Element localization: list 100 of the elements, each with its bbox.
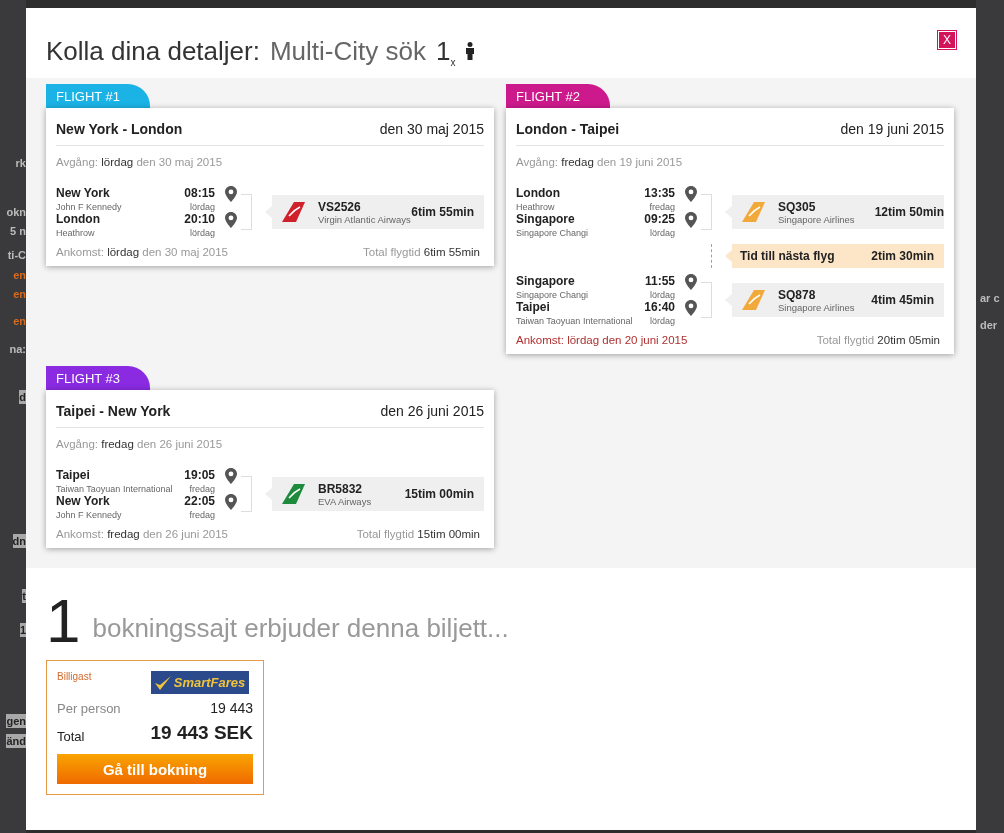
offers-heading: bokningssajt erbjuder denna biljett... (92, 613, 509, 644)
total-label: Total (57, 729, 86, 744)
airport-name: Singapore Changi (516, 290, 590, 300)
city-name: New York (56, 494, 111, 508)
day-text: fredag (189, 510, 215, 520)
city-name: London (56, 212, 101, 226)
duration-text: 6tim 55min (411, 205, 475, 219)
background-text: t (22, 589, 26, 603)
day-text: lördag (189, 228, 215, 238)
time-text: 08:15 (184, 186, 215, 200)
time-text: 19:05 (184, 468, 215, 482)
map-pin-icon (225, 186, 237, 202)
day-text: lördag (649, 290, 675, 300)
background-text: der (980, 318, 998, 332)
bracket-line (701, 194, 712, 230)
airport-name: Singapore Changi (516, 228, 590, 238)
bracket-line (241, 476, 252, 512)
search-type: Multi-City sök (269, 36, 426, 67)
airline-name: EVA Airways (318, 495, 373, 507)
time-text: 22:05 (184, 494, 215, 508)
airport-name: Heathrow (516, 202, 556, 212)
total-time-text: Total flygtid 15tim 00min (356, 528, 481, 540)
departure-text: Avgång: fredag den 19 juni 2015 (516, 155, 684, 170)
offer-count: 1 (46, 590, 81, 652)
airport-name: Taiwan Taoyuan International (516, 316, 634, 326)
airport-name: Heathrow (56, 228, 96, 238)
person-icon (465, 42, 476, 60)
airline-name: Singapore Airlines (778, 213, 856, 225)
time-text: 16:40 (644, 300, 675, 314)
route-title: New York - London (56, 121, 183, 137)
time-text: 20:10 (184, 212, 215, 226)
duration-text: 4tim 45min (871, 293, 935, 307)
total-price: 19 443 SEK (150, 722, 253, 744)
background-text: 1 (19, 623, 26, 637)
map-pin-icon (225, 468, 237, 484)
map-pin-icon (685, 186, 697, 202)
layover-label: Tid till nästa flyg (740, 249, 836, 263)
background-text: okn (6, 205, 26, 219)
map-pin-icon (225, 212, 237, 228)
airport-name: Taiwan Taoyuan International (56, 484, 174, 494)
background-text: en (13, 268, 26, 282)
arrival-text: Ankomst: lördag den 20 juni 2015 (516, 334, 688, 346)
close-button[interactable]: X (938, 31, 956, 49)
duration-text: 15tim 00min (404, 487, 475, 501)
day-text: lördag (189, 202, 215, 212)
per-person-label: Per person (57, 701, 122, 716)
airline-name: Singapore Airlines (778, 301, 856, 313)
background-text: ar c (980, 291, 1000, 305)
departure-text: Avgång: fredag den 26 juni 2015 (56, 437, 224, 452)
flight-code: SQ305 (778, 199, 817, 214)
duration-text: 2tim 30min (871, 249, 935, 263)
flight-date: den 26 juni 2015 (380, 403, 484, 419)
background-text: en (13, 314, 26, 328)
day-text: fredag (649, 202, 675, 212)
city-name: Singapore (516, 274, 576, 288)
flight-date: den 30 maj 2015 (379, 121, 484, 137)
map-pin-icon (685, 274, 697, 290)
route-title: London - Taipei (516, 121, 620, 137)
total-time-text: Total flygtid 20tim 05min (816, 334, 941, 346)
city-name: London (516, 186, 561, 200)
map-pin-icon (685, 212, 697, 228)
background-text: änd (6, 734, 26, 748)
bracket-line (701, 282, 712, 318)
background-text: 5 n (10, 224, 26, 238)
airline-name: Virgin Atlantic Airways (318, 213, 411, 225)
time-text: 11:55 (644, 274, 675, 288)
flight-code: SQ878 (778, 287, 817, 302)
city-name: New York (56, 186, 111, 200)
departure-text: Avgång: lördag den 30 maj 2015 (56, 155, 224, 170)
background-text: en (13, 287, 26, 301)
flight-code: BR5832 (318, 481, 364, 496)
day-text: lördag (649, 228, 675, 238)
time-text: 09:25 (644, 212, 675, 226)
route-title: Taipei - New York (56, 403, 171, 419)
city-name: Taipei (56, 468, 91, 482)
day-text: fredag (189, 484, 215, 494)
bracket-line (241, 194, 252, 230)
passenger-count: 1$_{x}$ (435, 36, 456, 69)
background-text: gen (6, 714, 26, 728)
duration-text: 12tim 50min (874, 205, 944, 219)
cheapest-label: Billigast (57, 671, 93, 682)
background-text: rk (15, 156, 26, 170)
flight-code: VS2526 (318, 199, 362, 214)
time-text: 13:35 (644, 186, 675, 200)
arrival-text: Ankomst: lördag den 30 maj 2015 (56, 246, 228, 258)
airport-name: John F Kennedy (56, 202, 123, 212)
per-person-price: 19 443 (209, 700, 253, 716)
total-time-text: Total flygtid 6tim 55min (363, 246, 481, 258)
day-text: lördag (649, 316, 675, 326)
flight-date: den 19 juni 2015 (840, 121, 944, 137)
provider-logo: SmartFares (150, 671, 249, 694)
background-text: dn (12, 534, 26, 548)
arrival-text: Ankomst: fredag den 26 juni 2015 (56, 528, 228, 540)
background-text: ti-C (7, 248, 26, 262)
city-name: Singapore (516, 212, 576, 226)
modal-title: Kolla dina detaljer: (46, 36, 260, 67)
map-pin-icon (225, 494, 237, 510)
airport-name: John F Kennedy (56, 510, 123, 520)
background-text: na: (9, 342, 26, 356)
map-pin-icon (685, 300, 697, 316)
